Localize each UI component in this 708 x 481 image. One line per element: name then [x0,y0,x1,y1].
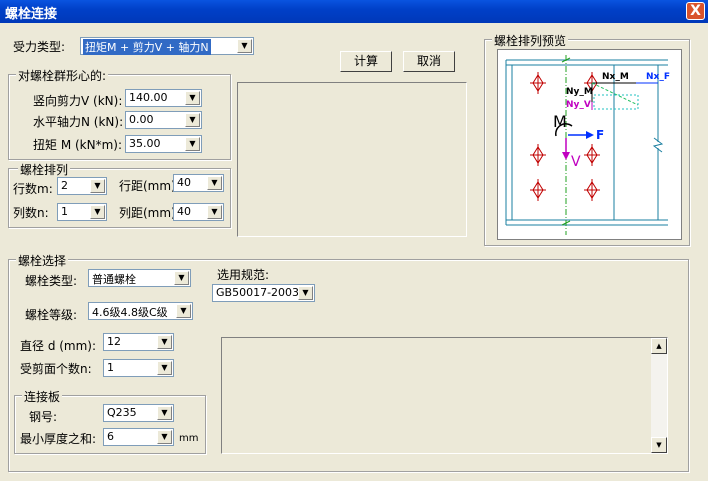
window-title: 螺栓连接 [5,7,58,22]
steel-label: 钢号: [29,410,58,424]
chevron-down-icon: ▼ [157,335,172,349]
ny-v-label: Ny_V [566,100,591,110]
nx-m-label: Nx_M [602,72,629,82]
shear-input[interactable]: 140.00 ▼ [125,89,202,107]
moment-label: M [553,112,567,131]
col-spacing-select[interactable]: 40 ▼ [173,203,224,221]
cancel-button[interactable]: 取消 [403,51,455,72]
force-type-value: 扭矩M + 剪力V + 轴力N [83,39,211,55]
thickness-select[interactable]: 6 ▼ [103,428,174,446]
cols-select[interactable]: 1 ▼ [57,203,107,221]
axial-label: 水平轴力N (kN): [33,115,124,129]
col-spacing-label: 列距(mm): [119,206,180,220]
chevron-down-icon: ▼ [90,205,105,219]
code-label: 选用规范: [217,268,270,282]
torque-label: 扭矩 M (kN*m): [33,138,123,152]
thickness-label: 最小厚度之和: [20,432,97,446]
chevron-down-icon: ▼ [174,271,189,285]
shear-value: 140.00 [129,91,168,104]
diameter-select[interactable]: 12 ▼ [103,333,174,351]
axial-value: 0.00 [129,113,154,126]
bolt-type-select[interactable]: 普通螺栓 ▼ [88,269,191,287]
shear-planes-select[interactable]: 1 ▼ [103,359,174,377]
title-bar [0,0,708,23]
shear-label: 竖向剪力V (kN): [33,94,123,108]
row-spacing-label: 行距(mm): [119,179,180,193]
rows-select[interactable]: 2 ▼ [57,177,107,195]
calculate-button[interactable]: 计算 [340,51,392,72]
arrangement-title: 螺栓排列 [18,161,71,178]
row-spacing-value: 40 [177,176,191,189]
bolt-grade-value: 4.6级4.8级C级 [92,306,168,319]
close-button[interactable]: X [686,2,705,20]
chevron-down-icon: ▼ [176,304,191,318]
chevron-down-icon: ▼ [207,176,222,190]
diameter-label: 直径 d (mm): [20,339,97,353]
torque-value: 35.00 [129,137,161,150]
result-textarea[interactable] [221,337,668,454]
chevron-down-icon: ▼ [90,179,105,193]
cols-value: 1 [61,205,68,218]
shear-v-label: V [571,154,581,170]
centroid-group-title: 对螺栓群形心的: [16,67,109,84]
bolt-type-value: 普通螺栓 [92,273,136,286]
force-f-label: F [596,128,605,142]
ny-m-label: Ny_M [566,87,593,97]
plate-title: 连接板 [22,388,63,405]
chevron-down-icon: ▼ [157,406,172,420]
axial-input[interactable]: 0.00 ▼ [125,111,202,129]
code-select[interactable]: GB50017-2003 ▼ [212,284,315,302]
rows-value: 2 [61,179,68,192]
chevron-down-icon: ▼ [157,361,172,375]
result-panel [237,82,467,237]
chevron-down-icon: ▼ [298,286,313,300]
bolt-grade-select[interactable]: 4.6级4.8级C级 ▼ [88,302,193,320]
preview-title: 螺栓排列预览 [492,32,569,49]
chevron-down-icon: ▼ [185,137,200,151]
torque-input[interactable]: 35.00 ▼ [125,135,202,153]
scrollbar[interactable]: ▲ ▼ [651,338,667,453]
thickness-unit: mm [179,433,199,444]
preview-canvas: Nx_M Nx_F Ny_M Ny_V M F V [497,49,682,240]
chevron-down-icon: ▼ [157,430,172,444]
bolt-grade-label: 螺栓等级: [25,308,78,322]
shear-planes-value: 1 [107,361,114,374]
cols-label: 列数n: [13,206,49,220]
steel-select[interactable]: Q235 ▼ [103,404,174,422]
bolt-select-title: 螺栓选择 [16,252,69,269]
row-spacing-select[interactable]: 40 ▼ [173,174,224,192]
bolt-type-label: 螺栓类型: [25,274,78,288]
nx-f-label: Nx_F [646,72,670,82]
steel-value: Q235 [107,406,137,419]
chevron-down-icon: ▼ [185,91,200,105]
shear-planes-label: 受剪面个数n: [20,362,92,376]
force-type-select[interactable]: 扭矩M + 剪力V + 轴力N ▼ [80,37,254,55]
chevron-down-icon: ▼ [207,205,222,219]
diameter-value: 12 [107,335,121,348]
scroll-down-button[interactable]: ▼ [651,437,667,453]
chevron-down-icon: ▼ [185,113,200,127]
col-spacing-value: 40 [177,205,191,218]
code-value: GB50017-2003 [216,286,300,299]
thickness-value: 6 [107,430,114,443]
chevron-down-icon: ▼ [237,39,252,53]
scroll-up-button[interactable]: ▲ [651,338,667,354]
force-type-label: 受力类型: [13,40,66,54]
rows-label: 行数m: [13,182,53,196]
